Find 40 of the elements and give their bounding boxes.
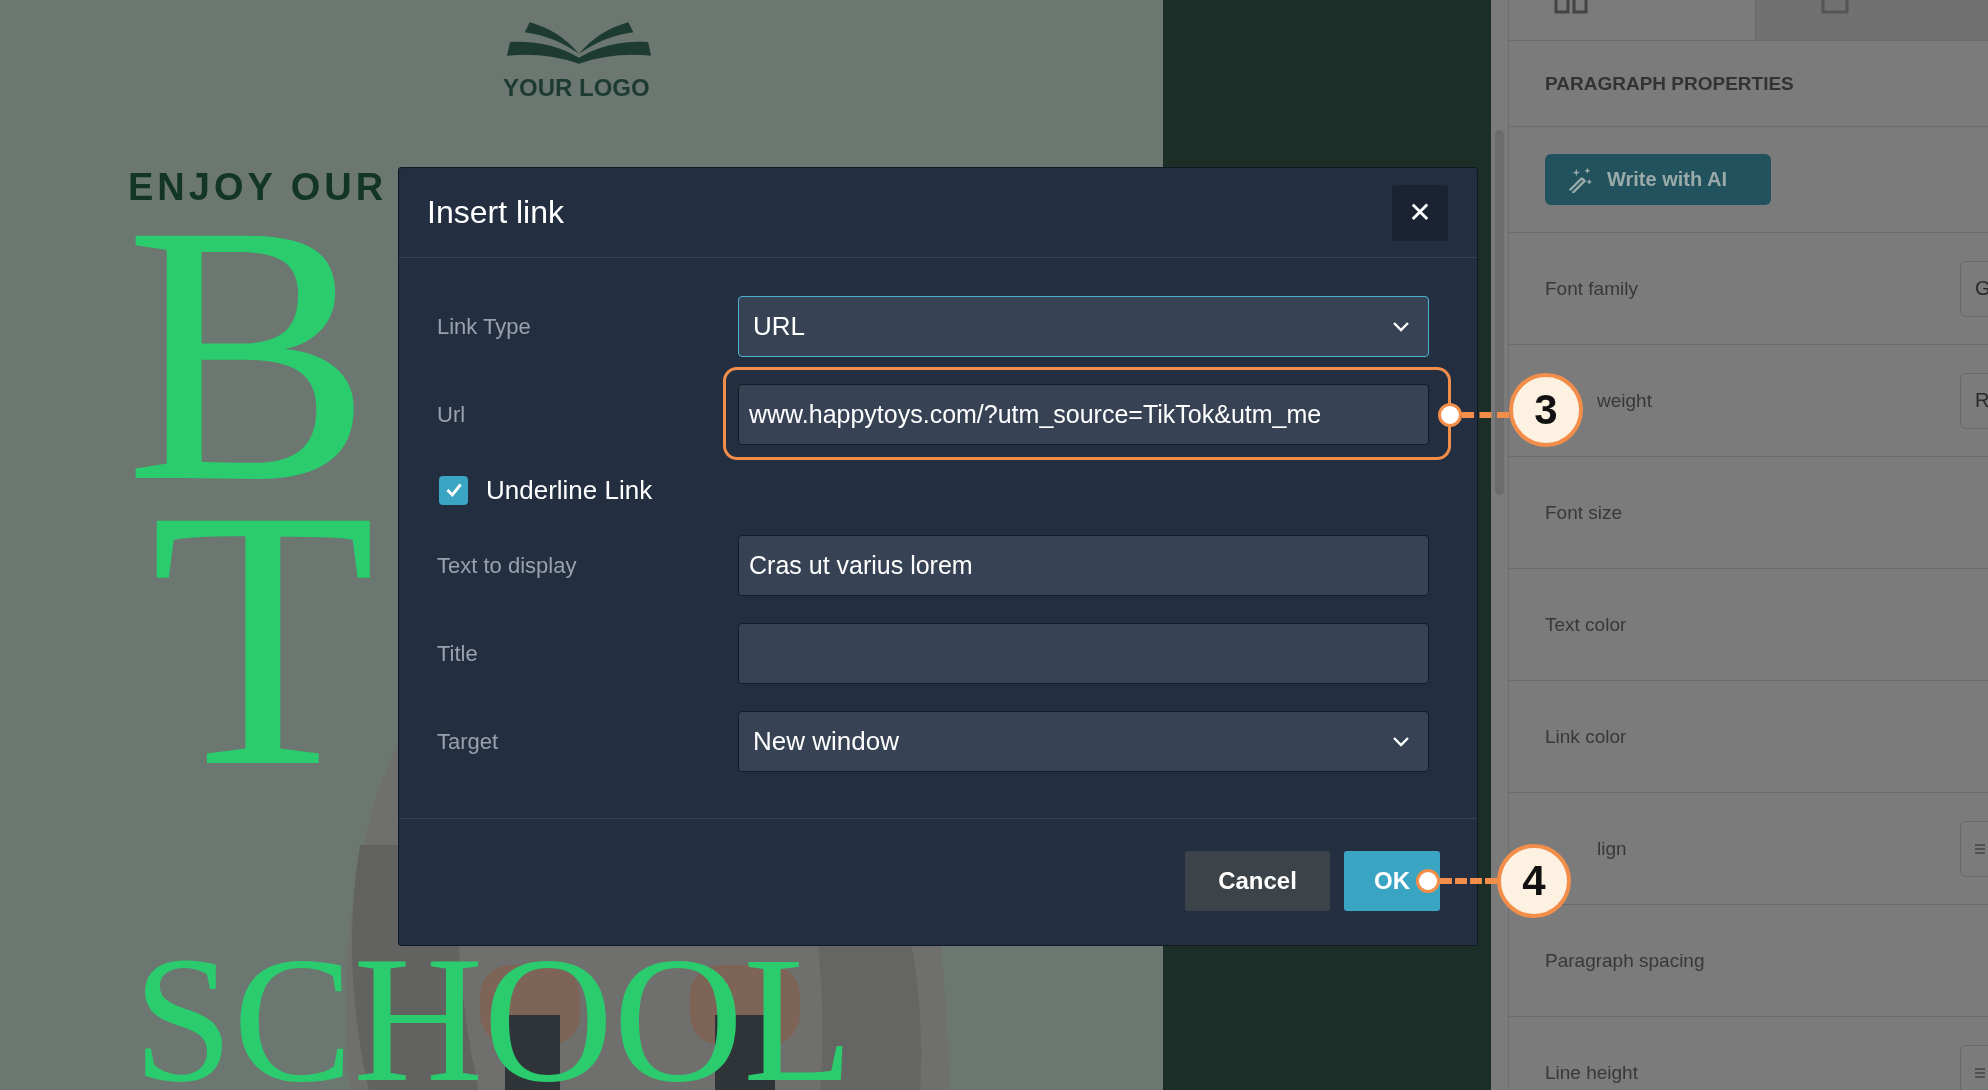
lines-icon [1975, 841, 1985, 856]
lines-icon [1975, 1065, 1985, 1080]
input-field[interactable]: www.happytoys.com/?utm_source=TikTok&utm_me [738, 384, 1429, 445]
property-label: lign [1596, 837, 1627, 860]
chevron-down-icon [1392, 321, 1410, 332]
book-icon [505, 20, 653, 64]
chevron-down-icon [1392, 736, 1410, 747]
property-label: Line height [1545, 1061, 1638, 1084]
dialog-title: Insert link [427, 194, 564, 231]
grid-icon [1554, 0, 1588, 14]
field-label: Link Type [437, 313, 532, 340]
poster-headline: B [125, 215, 372, 493]
checkbox[interactable] [439, 475, 468, 505]
property-label: weight [1596, 389, 1652, 412]
dropdown[interactable]: URL [738, 296, 1429, 357]
input-field[interactable] [738, 623, 1429, 684]
section-title: PARAGRAPH PROPERTIES [1509, 41, 1988, 127]
checkbox-label: Underline Link [486, 474, 653, 506]
property-label: Font family [1545, 277, 1638, 300]
property-label: Paragraph spacing [1545, 949, 1705, 972]
magic-wand-icon [1567, 166, 1593, 193]
close-button[interactable]: ✕ [1392, 184, 1448, 241]
scrollbar[interactable] [1495, 130, 1504, 495]
field-label: Title [437, 640, 479, 667]
cancel-button[interactable]: Cancel [1185, 851, 1330, 911]
poster-tagline: ENJOY OUR [128, 166, 388, 209]
connector-dot [1438, 403, 1462, 427]
property-label: Link color [1545, 725, 1627, 748]
poster-headline: T [150, 500, 376, 778]
panel-tab[interactable] [1755, 0, 1988, 40]
poster-headline: SCHOOL [133, 952, 854, 1087]
input-field[interactable]: Cras ut varius lorem [738, 535, 1429, 596]
property-label: Text color [1545, 613, 1627, 636]
property-label: Font size [1545, 501, 1623, 524]
field-label: Text to display [437, 552, 578, 579]
write-with-ai-button[interactable]: Write with AI [1545, 154, 1771, 205]
logo-text: YOUR LOGO [503, 74, 650, 102]
field-label: Url [437, 401, 467, 428]
dropdown[interactable]: New window [738, 711, 1429, 772]
field-label: Target [437, 728, 500, 755]
